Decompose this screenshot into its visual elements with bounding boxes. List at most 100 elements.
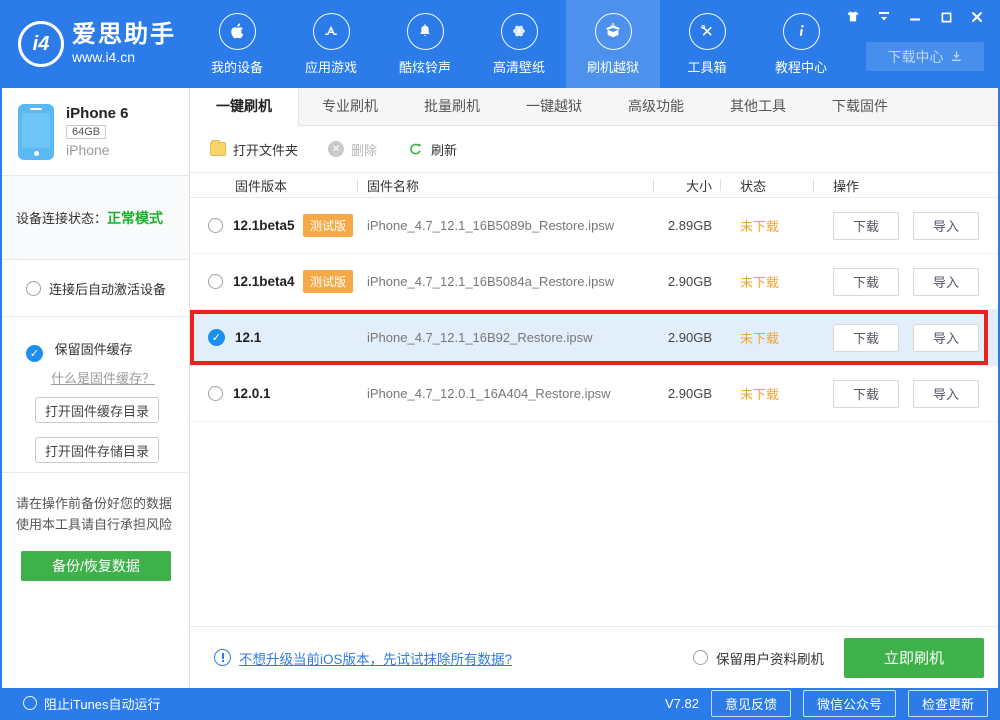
tab-batch-flash[interactable]: 批量刷机 — [401, 88, 503, 125]
main-panel: 一键刷机 专业刷机 批量刷机 一键越狱 高级功能 其他工具 下载固件 打开文件夹… — [190, 88, 998, 688]
bottom-action-bar: 不想升级当前iOS版本，先试试抹除所有数据? 保留用户资料刷机 立即刷机 — [190, 626, 998, 688]
firmware-version: 12.1beta4 — [233, 274, 295, 289]
nav-toolbox[interactable]: 工具箱 — [660, 0, 754, 88]
tab-other-tools[interactable]: 其他工具 — [707, 88, 809, 125]
download-button[interactable]: 下载 — [833, 267, 899, 296]
delete-button[interactable]: ✕ 删除 — [328, 140, 377, 159]
firmware-size: 2.90GB — [667, 330, 712, 345]
keep-cache-checkbox[interactable]: ✓ — [26, 345, 43, 362]
import-button[interactable]: 导入 — [913, 323, 979, 352]
collapse-icon[interactable] — [873, 8, 895, 26]
tab-download-firmware[interactable]: 下载固件 — [809, 88, 911, 125]
maximize-icon[interactable] — [935, 8, 957, 26]
keep-cache-label: 保留固件缓存 — [54, 342, 133, 357]
wechat-button[interactable]: 微信公众号 — [802, 689, 896, 717]
warning-text: 请在操作前备份好您的数据 使用本工具请自行承担风险 备份/恢复数据 — [2, 473, 189, 581]
table-row-selected[interactable]: ✓ 12.1 iPhone_4.7_12.1_16B92_Restore.ips… — [190, 310, 998, 366]
iphone-icon — [18, 103, 54, 160]
keep-user-data-radio[interactable] — [693, 650, 708, 665]
minimize-icon[interactable] — [904, 8, 926, 26]
tab-bar: 一键刷机 专业刷机 批量刷机 一键越狱 高级功能 其他工具 下载固件 — [190, 88, 998, 126]
row-radio-checked[interactable]: ✓ — [208, 329, 225, 346]
device-info: iPhone 6 64GB iPhone — [2, 88, 189, 176]
row-radio[interactable] — [208, 218, 223, 233]
row-radio[interactable] — [208, 386, 223, 401]
keep-user-data-label: 保留用户资料刷机 — [716, 651, 824, 667]
window-controls — [842, 8, 988, 26]
check-update-button[interactable]: 检查更新 — [907, 689, 988, 717]
firmware-filename: iPhone_4.7_12.1_16B5084a_Restore.ipsw — [367, 274, 615, 289]
nav-tutorials[interactable]: 教程中心 — [754, 0, 848, 88]
flash-now-button[interactable]: 立即刷机 — [844, 637, 984, 678]
backup-restore-button[interactable]: 备份/恢复数据 — [21, 551, 171, 581]
app-window: i4 爱思助手 www.i4.cn 我的设备 应用游戏 酷炫铃声 高清壁纸 刷机… — [0, 0, 1000, 720]
table-row[interactable]: 12.1beta5 测试版 iPhone_4.7_12.1_16B5089b_R… — [190, 198, 998, 254]
toolbar: 打开文件夹 ✕ 删除 刷新 — [190, 126, 998, 172]
firmware-filename: iPhone_4.7_12.0.1_16A404_Restore.ipsw — [367, 386, 611, 401]
block-itunes-option[interactable]: 阻止iTunes自动运行 — [2, 694, 190, 713]
jailbreak-box-icon — [603, 21, 623, 41]
tab-one-click-jailbreak[interactable]: 一键越狱 — [503, 88, 605, 125]
nav-apps-games[interactable]: 应用游戏 — [284, 0, 378, 88]
nav-ringtones[interactable]: 酷炫铃声 — [378, 0, 472, 88]
erase-data-link[interactable]: 不想升级当前iOS版本，先试试抹除所有数据? — [239, 648, 512, 668]
firmware-size: 2.90GB — [667, 274, 712, 289]
block-itunes-radio[interactable] — [23, 696, 37, 710]
firmware-status: 未下载 — [740, 331, 780, 346]
open-folder-button[interactable]: 打开文件夹 — [210, 140, 298, 159]
tab-pro-flash[interactable]: 专业刷机 — [299, 88, 401, 125]
firmware-size: 2.89GB — [667, 218, 712, 233]
apple-icon — [227, 21, 247, 41]
firmware-status: 未下载 — [740, 275, 780, 290]
app-url: www.i4.cn — [72, 49, 136, 65]
beta-badge: 测试版 — [303, 270, 354, 293]
appstore-icon — [320, 20, 342, 42]
firmware-cache-section: ✓ 保留固件缓存 什么是固件缓存？ 打开固件缓存目录 打开固件存储目录 — [2, 317, 189, 473]
close-icon[interactable] — [966, 8, 988, 26]
nav-flash-jailbreak[interactable]: 刷机越狱 — [566, 0, 660, 88]
download-button[interactable]: 下载 — [833, 323, 899, 352]
cache-help-link[interactable]: 什么是固件缓存？ — [51, 368, 155, 387]
feedback-button[interactable]: 意见反馈 — [710, 689, 791, 717]
device-capacity-badge: 64GB — [66, 125, 107, 139]
auto-activate-radio[interactable] — [26, 280, 41, 296]
app-title: 爱思助手 — [72, 21, 176, 48]
table-row[interactable]: 12.0.1 iPhone_4.7_12.0.1_16A404_Restore.… — [190, 366, 998, 422]
import-button[interactable]: 导入 — [913, 267, 979, 296]
firmware-status: 未下载 — [740, 387, 780, 402]
skin-icon[interactable] — [842, 8, 864, 26]
firmware-version: 12.0.1 — [233, 386, 271, 401]
firmware-list: 12.1beta5 测试版 iPhone_4.7_12.1_16B5089b_R… — [190, 198, 998, 626]
beta-badge: 测试版 — [303, 214, 354, 237]
firmware-filename: iPhone_4.7_12.1_16B92_Restore.ipsw — [367, 330, 593, 345]
device-name: iPhone 6 — [66, 105, 129, 122]
table-header: 固件版本 固件名称 大小 状态 操作 — [190, 172, 998, 198]
open-cache-dir-button[interactable]: 打开固件缓存目录 — [35, 397, 159, 423]
import-button[interactable]: 导入 — [913, 379, 979, 408]
tab-advanced[interactable]: 高级功能 — [605, 88, 707, 125]
download-button[interactable]: 下载 — [833, 379, 899, 408]
refresh-button[interactable]: 刷新 — [407, 140, 457, 159]
app-logo: i4 爱思助手 www.i4.cn — [2, 0, 190, 88]
sidebar: iPhone 6 64GB iPhone 设备连接状态： 正常模式 连接后自动激… — [2, 88, 190, 688]
open-storage-dir-button[interactable]: 打开固件存储目录 — [35, 437, 159, 463]
info-icon — [791, 21, 811, 41]
nav-wallpapers[interactable]: 高清壁纸 — [472, 0, 566, 88]
info-alert-icon — [214, 649, 231, 666]
import-button[interactable]: 导入 — [913, 211, 979, 240]
download-button[interactable]: 下载 — [833, 211, 899, 240]
tab-one-click-flash[interactable]: 一键刷机 — [190, 88, 299, 126]
firmware-version: 12.1 — [235, 330, 262, 345]
app-version: V7.82 — [664, 695, 699, 711]
nav-my-devices[interactable]: 我的设备 — [190, 0, 284, 88]
flower-icon — [509, 21, 529, 41]
row-radio[interactable] — [208, 274, 223, 289]
main-nav: 我的设备 应用游戏 酷炫铃声 高清壁纸 刷机越狱 工具箱 教程中心 — [190, 0, 848, 88]
delete-icon: ✕ — [328, 141, 345, 157]
download-center-button[interactable]: 下载中心 — [866, 42, 984, 71]
firmware-version: 12.1beta5 — [233, 218, 295, 233]
toolbox-icon — [697, 21, 717, 41]
table-row[interactable]: 12.1beta4 测试版 iPhone_4.7_12.1_16B5084a_R… — [190, 254, 998, 310]
auto-activate-option[interactable]: 连接后自动激活设备 — [2, 260, 189, 317]
status-bar: 阻止iTunes自动运行 V7.82 意见反馈 微信公众号 检查更新 — [2, 688, 998, 718]
